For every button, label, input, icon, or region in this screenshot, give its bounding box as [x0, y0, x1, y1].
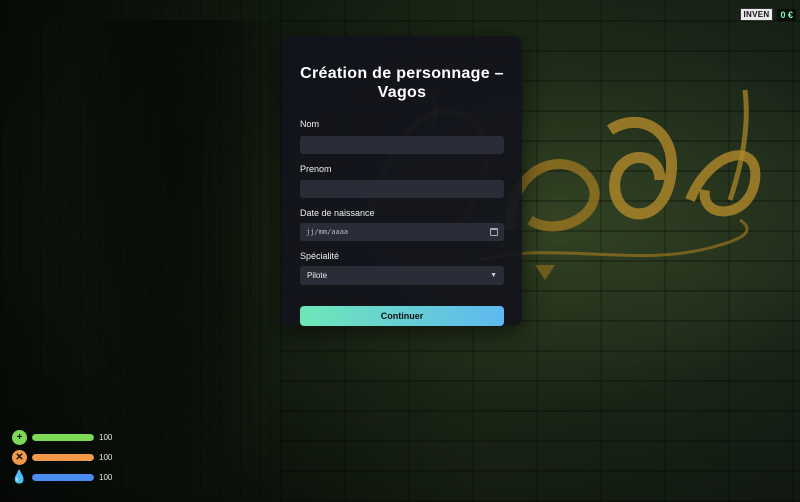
water-drop-icon: 💧	[11, 469, 28, 484]
plus-icon: +	[12, 429, 27, 445]
date-label: Date de naissance	[300, 208, 375, 218]
money-display: 0 €	[777, 8, 796, 21]
inventory-button[interactable]: INVEN	[739, 8, 774, 21]
health-fill	[32, 433, 94, 441]
modal-title: Création de personnage – Vagos	[300, 65, 504, 101]
fork-knife-icon: ✕	[12, 449, 27, 465]
birthdate-input[interactable]: jj/mm/aaaa	[300, 223, 504, 241]
health-stat: + 100	[12, 427, 112, 447]
hunger-stat: ✕ 100	[12, 447, 112, 467]
character-creation-modal: Création de personnage – Vagos Nom Preno…	[282, 36, 522, 326]
prenom-input[interactable]	[300, 180, 504, 198]
prenom-field: Prenom	[300, 163, 504, 198]
date-field: Date de naissance jj/mm/aaaa	[300, 208, 504, 241]
hunger-bar	[32, 453, 94, 461]
calendar-icon[interactable]	[490, 228, 498, 236]
specialite-selected-value: Pilote	[307, 271, 328, 280]
hunger-value: 100	[99, 452, 113, 462]
nom-input[interactable]	[300, 135, 504, 154]
nom-label: Nom	[300, 119, 320, 129]
thirst-value: 100	[99, 472, 113, 482]
health-bar	[32, 433, 94, 441]
specialite-field: Spécialité Pilote ▼	[300, 251, 504, 285]
chevron-down-icon: ▼	[490, 272, 497, 279]
thirst-stat: 💧 100	[11, 467, 113, 487]
nom-field: Nom	[300, 119, 504, 154]
prenom-label: Prenom	[300, 163, 332, 174]
thirst-bar	[32, 473, 94, 481]
continue-button[interactable]: Continuer	[300, 306, 504, 326]
thirst-fill	[32, 473, 94, 481]
specialite-label: Spécialité	[300, 251, 340, 261]
health-value: 100	[99, 432, 113, 442]
player-status-hud: + 100 ✕ 100 💧 100	[11, 427, 113, 487]
specialite-select[interactable]: Pilote ▼	[300, 266, 504, 285]
hunger-fill	[32, 453, 94, 461]
date-placeholder: jj/mm/aaaa	[306, 228, 349, 236]
inventory-widget: INVEN 0 €	[739, 8, 796, 21]
